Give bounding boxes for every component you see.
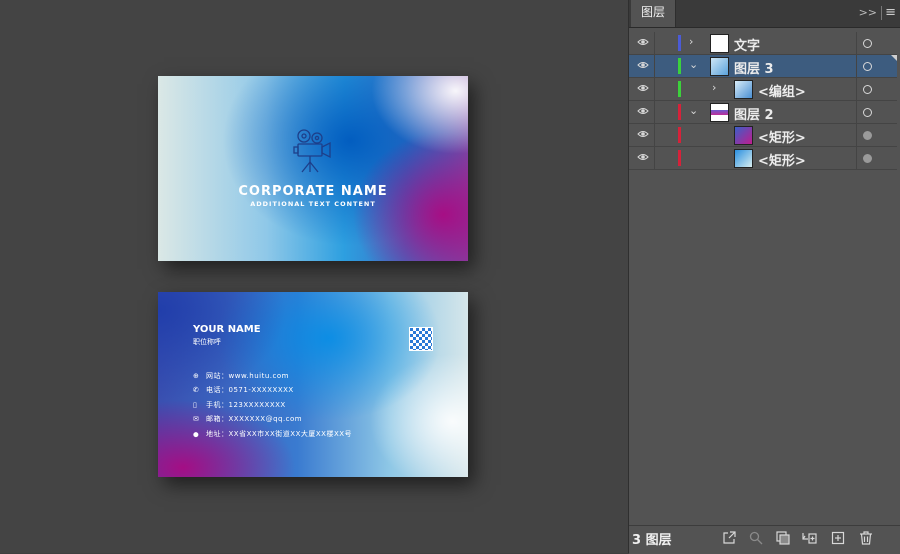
company-tagline: ADDITIONAL TEXT CONTENT [250,200,376,208]
layer-color-bar [678,81,681,97]
contact-mobile-text: 手机：123XXXXXXXX [206,401,286,409]
divider [654,32,655,54]
layer-thumbnail [734,149,753,168]
search-icon[interactable] [748,530,764,546]
target-circle-icon[interactable] [863,108,872,117]
location-icon: ⬤ [193,432,200,438]
panel-tab-bar: 图层 >> ≡ [629,0,900,28]
selection-indicator-icon [891,55,897,61]
artboard-canvas[interactable]: CORPORATE NAME ADDITIONAL TEXT CONTENT Y… [0,0,628,553]
clipping-mask-icon[interactable] [775,530,791,546]
divider [654,124,655,146]
layers-panel: 图层 >> ≡ › 文字 ⌄ 图层 3 › <编组> ⌄ 图层 2 <矩形> <… [628,0,900,554]
layer-row-rect-2[interactable]: <矩形> [629,147,897,170]
contact-phone: ✆ 电话：0571-XXXXXXXX [193,385,294,395]
layer-thumbnail [734,80,753,99]
visibility-eye-icon[interactable] [637,82,649,94]
layer-name[interactable]: <矩形> [758,150,806,169]
mobile-icon: ▯ [193,401,198,409]
new-layer-icon[interactable] [830,530,846,546]
contact-email-text: 邮箱：XXXXXXX@qq.com [206,415,303,423]
divider [881,6,882,20]
collapse-panel-icon[interactable]: >> [859,6,877,19]
layer-color-bar [678,127,681,143]
contact-website-text: 网站：www.huitu.com [206,372,289,380]
target-circle-icon[interactable] [863,85,872,94]
visibility-eye-icon[interactable] [637,151,649,163]
divider [654,101,655,123]
layer-color-bar [678,35,681,51]
layer-thumbnail [734,126,753,145]
layer-thumbnail [710,57,729,76]
business-card-back[interactable]: YOUR NAME 职位称呼 ⊕ 网站：www.huitu.com ✆ 电话：057… [158,292,468,477]
collapse-chevron-icon[interactable]: ⌄ [689,104,698,117]
phone-icon: ✆ [193,386,200,394]
layer-thumbnail [710,34,729,53]
layer-row-layer3[interactable]: ⌄ 图层 3 [629,55,897,78]
divider [856,101,857,123]
divider [654,78,655,100]
divider [856,124,857,146]
delete-icon[interactable] [858,530,874,546]
layer-name[interactable]: 图层 3 [734,58,774,77]
layer-row-layer2[interactable]: ⌄ 图层 2 [629,101,897,124]
layer-color-bar [678,104,681,120]
visibility-eye-icon[interactable] [637,59,649,71]
divider [654,55,655,77]
target-circle-icon[interactable] [863,131,872,140]
contact-website: ⊕ 网站：www.huitu.com [193,371,289,381]
layer-row-text[interactable]: › 文字 [629,32,897,55]
person-name: YOUR NAME [193,324,261,335]
divider [856,32,857,54]
expand-chevron-icon[interactable]: › [712,81,716,94]
tab-layers[interactable]: 图层 [631,0,677,27]
layer-row-rect-1[interactable]: <矩形> [629,124,897,147]
divider [856,55,857,77]
panel-menu-icon[interactable]: ≡ [885,5,896,20]
visibility-eye-icon[interactable] [637,36,649,48]
layer-row-group[interactable]: › <编组> [629,78,897,101]
company-name: CORPORATE NAME [238,184,388,199]
layer-color-bar [678,58,681,74]
target-circle-icon[interactable] [863,39,872,48]
target-circle-icon[interactable] [863,62,872,71]
movie-camera-icon [293,129,331,173]
business-card-front[interactable]: CORPORATE NAME ADDITIONAL TEXT CONTENT [158,76,468,261]
divider [856,78,857,100]
contact-address-text: 地址：XX省XX市XX街道XX大厦XX楼XX号 [206,430,353,438]
globe-icon: ⊕ [193,372,200,380]
target-circle-icon[interactable] [863,154,872,163]
export-icon[interactable] [721,530,737,546]
divider [654,147,655,169]
contact-mobile: ▯ 手机：123XXXXXXXX [193,400,286,410]
layer-name[interactable]: <编组> [758,81,806,100]
panel-footer: 3 图层 [629,525,900,554]
contact-address: ⬤ 地址：XX省XX市XX街道XX大厦XX楼XX号 [193,429,352,439]
layer-name[interactable]: <矩形> [758,127,806,146]
job-title: 职位称呼 [193,338,221,346]
layer-count: 3 图层 [632,533,672,548]
layer-thumbnail [710,103,729,122]
visibility-eye-icon[interactable] [637,105,649,117]
divider [856,147,857,169]
layer-name[interactable]: 文字 [734,35,760,54]
visibility-eye-icon[interactable] [637,128,649,140]
new-sublayer-icon[interactable] [801,530,817,546]
layer-color-bar [678,150,681,166]
collapse-chevron-icon[interactable]: ⌄ [689,58,698,71]
expand-chevron-icon[interactable]: › [689,35,693,48]
mail-icon: ✉ [193,415,200,423]
contact-email: ✉ 邮箱：XXXXXXX@qq.com [193,414,302,424]
layer-name[interactable]: 图层 2 [734,104,774,123]
qr-code-icon [409,327,433,351]
contact-phone-text: 电话：0571-XXXXXXXX [206,386,294,394]
